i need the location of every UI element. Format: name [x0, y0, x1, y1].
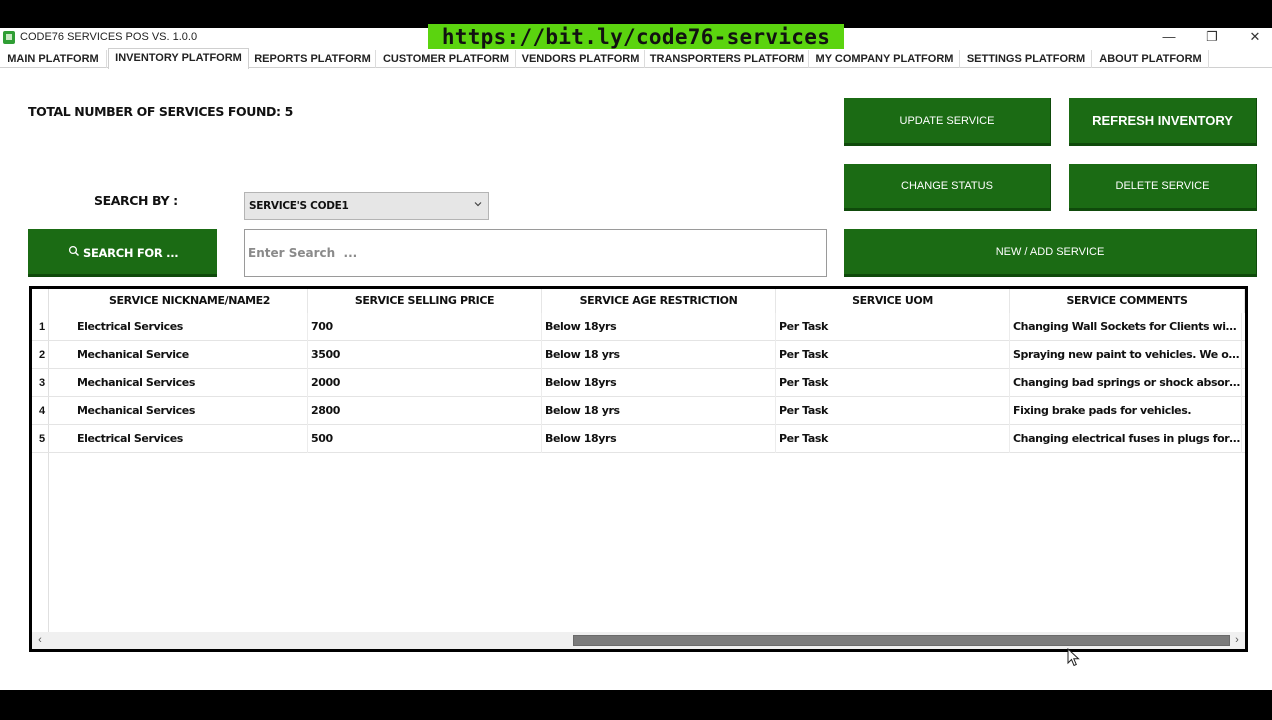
cell-comments[interactable]: Changing bad springs or shock absorbers …: [1009, 369, 1242, 397]
scroll-left-arrow[interactable]: ‹: [34, 634, 46, 647]
row-number: 2: [39, 349, 46, 361]
column-header-age-restriction[interactable]: SERVICE AGE RESTRICTION: [542, 289, 776, 313]
delete-service-button[interactable]: DELETE SERVICE: [1069, 164, 1257, 211]
search-by-label: SEARCH BY :: [94, 193, 178, 208]
cell-selling-price[interactable]: 2000: [307, 369, 542, 397]
cell-comments[interactable]: Fixing brake pads for vehicles.: [1009, 397, 1242, 425]
tab-main-platform[interactable]: MAIN PLATFORM: [0, 50, 107, 68]
restore-button[interactable]: ❐: [1195, 28, 1229, 48]
app-window: CODE76 SERVICES POS VS. 1.0.0 https://bi…: [0, 24, 1272, 690]
services-grid: SERVICE NICKNAME/NAME2 SERVICE SELLING P…: [29, 286, 1248, 652]
search-for-label: SEARCH FOR ...: [83, 246, 179, 260]
cell-comments[interactable]: Changing Wall Sockets for Clients with j…: [1009, 313, 1242, 341]
cell-uom[interactable]: Per Task: [775, 397, 1010, 425]
row-number: 4: [39, 405, 46, 417]
row-number: 5: [39, 433, 46, 445]
letterbox-bottom: [0, 690, 1272, 720]
cell-age-restriction[interactable]: Below 18yrs: [541, 313, 776, 341]
services-found-count: 5: [284, 104, 294, 119]
change-status-button[interactable]: CHANGE STATUS: [844, 164, 1051, 211]
column-header-nickname[interactable]: SERVICE NICKNAME/NAME2: [72, 289, 308, 313]
search-input[interactable]: [244, 229, 827, 277]
tab-vendors-platform[interactable]: VENDORS PLATFORM: [517, 50, 645, 68]
table-row[interactable]: 5 Electrical Services 500 Below 18yrs Pe…: [32, 425, 1245, 453]
cell-nickname[interactable]: Mechanical Services: [73, 369, 308, 397]
column-header-comments[interactable]: SERVICE COMMENTS: [1010, 289, 1245, 313]
cell-selling-price[interactable]: 700: [307, 313, 542, 341]
cell-uom[interactable]: Per Task: [775, 369, 1010, 397]
services-found-text: TOTAL NUMBER OF SERVICES FOUND:: [28, 104, 281, 119]
cell-comments[interactable]: Spraying new paint to vehicles. We only …: [1009, 341, 1242, 369]
cell-comments[interactable]: Changing electrical fuses in plugs for C…: [1009, 425, 1242, 453]
close-button[interactable]: ✕: [1238, 28, 1272, 48]
tab-customer-platform[interactable]: CUSTOMER PLATFORM: [377, 50, 516, 68]
cell-age-restriction[interactable]: Below 18yrs: [541, 425, 776, 453]
cell-uom[interactable]: Per Task: [775, 313, 1010, 341]
tab-settings-platform[interactable]: SETTINGS PLATFORM: [961, 50, 1092, 68]
table-row[interactable]: 4 Mechanical Services 2800 Below 18 yrs …: [32, 397, 1245, 425]
cell-age-restriction[interactable]: Below 18 yrs: [541, 397, 776, 425]
cell-uom[interactable]: Per Task: [775, 425, 1010, 453]
cell-age-restriction[interactable]: Below 18yrs: [541, 369, 776, 397]
update-service-button[interactable]: UPDATE SERVICE: [844, 98, 1051, 146]
app-icon: [3, 31, 15, 44]
minimize-button[interactable]: —: [1152, 28, 1186, 48]
column-header-uom[interactable]: SERVICE UOM: [776, 289, 1010, 313]
table-row[interactable]: 1 Electrical Services 700 Below 18yrs Pe…: [32, 313, 1245, 341]
row-number: 1: [39, 321, 46, 333]
search-for-button[interactable]: SEARCH FOR ...: [28, 229, 217, 277]
cell-selling-price[interactable]: 2800: [307, 397, 542, 425]
cell-nickname[interactable]: Mechanical Service: [73, 341, 308, 369]
cell-nickname[interactable]: Electrical Services: [73, 425, 308, 453]
title-bar: CODE76 SERVICES POS VS. 1.0.0 https://bi…: [0, 24, 1272, 50]
cell-nickname[interactable]: Mechanical Services: [73, 397, 308, 425]
row-number: 3: [39, 377, 46, 389]
table-row[interactable]: 2 Mechanical Service 3500 Below 18 yrs P…: [32, 341, 1245, 369]
refresh-inventory-button[interactable]: REFRESH INVENTORY: [1069, 98, 1257, 146]
search-field-select[interactable]: SERVICE'S CODE1: [244, 192, 489, 220]
table-header: SERVICE NICKNAME/NAME2 SERVICE SELLING P…: [32, 289, 1245, 313]
tab-about-platform[interactable]: ABOUT PLATFORM: [1093, 50, 1209, 68]
tab-inventory-platform[interactable]: INVENTORY PLATFORM: [108, 48, 249, 69]
tab-reports-platform[interactable]: REPORTS PLATFORM: [250, 50, 376, 68]
tab-my-company-platform[interactable]: MY COMPANY PLATFORM: [810, 50, 960, 68]
cell-nickname[interactable]: Electrical Services: [73, 313, 308, 341]
cell-selling-price[interactable]: 3500: [307, 341, 542, 369]
window-title: CODE76 SERVICES POS VS. 1.0.0: [20, 31, 198, 43]
cell-selling-price[interactable]: 500: [307, 425, 542, 453]
column-header-selling-price[interactable]: SERVICE SELLING PRICE: [308, 289, 542, 313]
mouse-cursor-icon: [1067, 648, 1080, 667]
chevron-down-icon: [474, 202, 482, 207]
cell-age-restriction[interactable]: Below 18 yrs: [541, 341, 776, 369]
table-row[interactable]: 3 Mechanical Services 2000 Below 18yrs P…: [32, 369, 1245, 397]
cell-uom[interactable]: Per Task: [775, 341, 1010, 369]
services-found-label: TOTAL NUMBER OF SERVICES FOUND: 5: [28, 104, 293, 119]
new-add-service-button[interactable]: NEW / ADD SERVICE: [844, 229, 1257, 277]
url-banner: https://bit.ly/code76-services: [428, 24, 844, 50]
scroll-right-arrow[interactable]: ›: [1231, 634, 1243, 647]
search-icon: [68, 245, 79, 256]
tab-transporters-platform[interactable]: TRANSPORTERS PLATFORM: [646, 50, 809, 68]
search-field-selected: SERVICE'S CODE1: [249, 200, 349, 212]
horizontal-scrollbar[interactable]: ‹ ›: [32, 632, 1245, 649]
platform-tabs: MAIN PLATFORM INVENTORY PLATFORM REPORTS…: [0, 48, 1272, 69]
scrollbar-thumb[interactable]: [573, 635, 1230, 646]
